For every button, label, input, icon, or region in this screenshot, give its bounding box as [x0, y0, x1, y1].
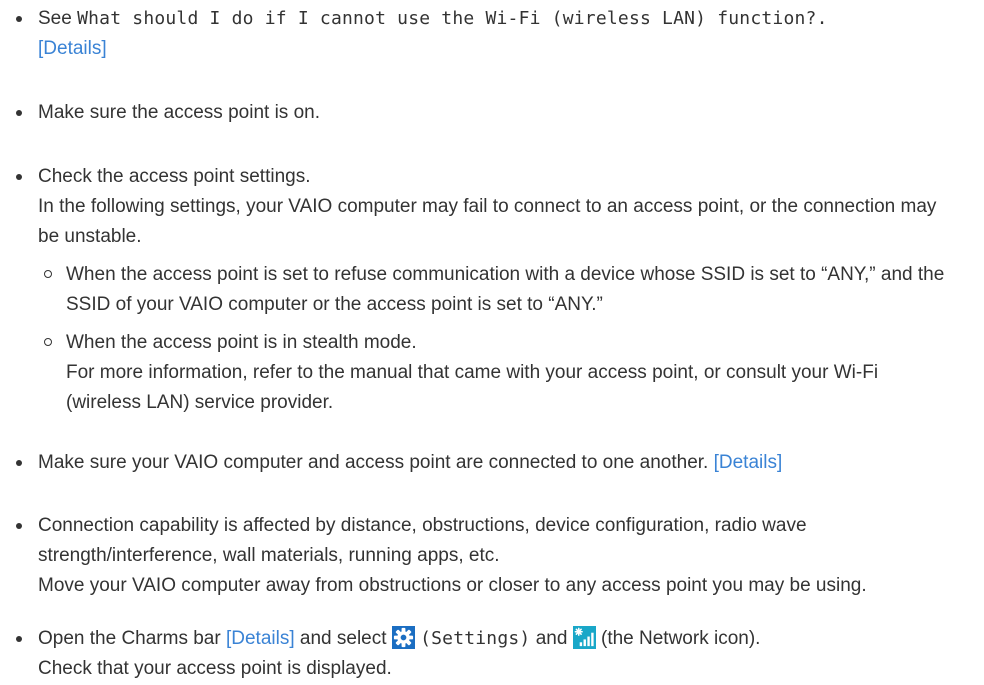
gear-icon — [391, 626, 415, 649]
item-text: Move your VAIO computer away from obstru… — [38, 575, 867, 596]
item-text: Connection capability is affected by dis… — [38, 515, 807, 566]
sub-list: When the access point is set to refuse c… — [38, 260, 946, 418]
list-item: See What should I do if I cannot use the… — [0, 4, 984, 64]
list-item: Make sure your VAIO computer and access … — [0, 448, 984, 478]
details-link[interactable]: [Details] — [714, 452, 783, 473]
sub-item-text: When the access point is set to refuse c… — [66, 264, 945, 315]
item-text: Check the access point settings. — [38, 166, 311, 187]
faq-title: What should I do if I cannot use the Wi-… — [77, 8, 828, 29]
item-text: Open the Charms bar — [38, 628, 226, 649]
list-item: Check the access point settings. In the … — [0, 162, 984, 418]
list-item: Open the Charms bar [Details] and select… — [0, 624, 984, 684]
list-item: Make sure the access point is on. — [0, 98, 984, 128]
see-prefix: See — [38, 8, 78, 29]
sub-item-text: When the access point is in stealth mode… — [66, 332, 417, 353]
details-link[interactable]: [Details] — [226, 628, 295, 649]
item-text: and — [530, 628, 573, 649]
list-item: Connection capability is affected by dis… — [0, 511, 984, 601]
item-text: (the Network icon). — [595, 628, 761, 649]
item-text: Make sure the access point is on. — [38, 102, 320, 123]
item-text: and select — [294, 628, 392, 649]
sub-item-text: For more information, refer to the manua… — [66, 362, 879, 413]
item-text: Check that your access point is displaye… — [38, 658, 392, 679]
item-text: In the following settings, your VAIO com… — [38, 196, 937, 247]
settings-label: (Settings) — [420, 628, 531, 649]
item-text: Make sure your VAIO computer and access … — [38, 452, 714, 473]
details-link[interactable]: [Details] — [38, 38, 107, 59]
sub-list-item: When the access point is in stealth mode… — [38, 328, 946, 418]
sub-list-item: When the access point is set to refuse c… — [38, 260, 946, 320]
network-icon — [572, 626, 596, 649]
